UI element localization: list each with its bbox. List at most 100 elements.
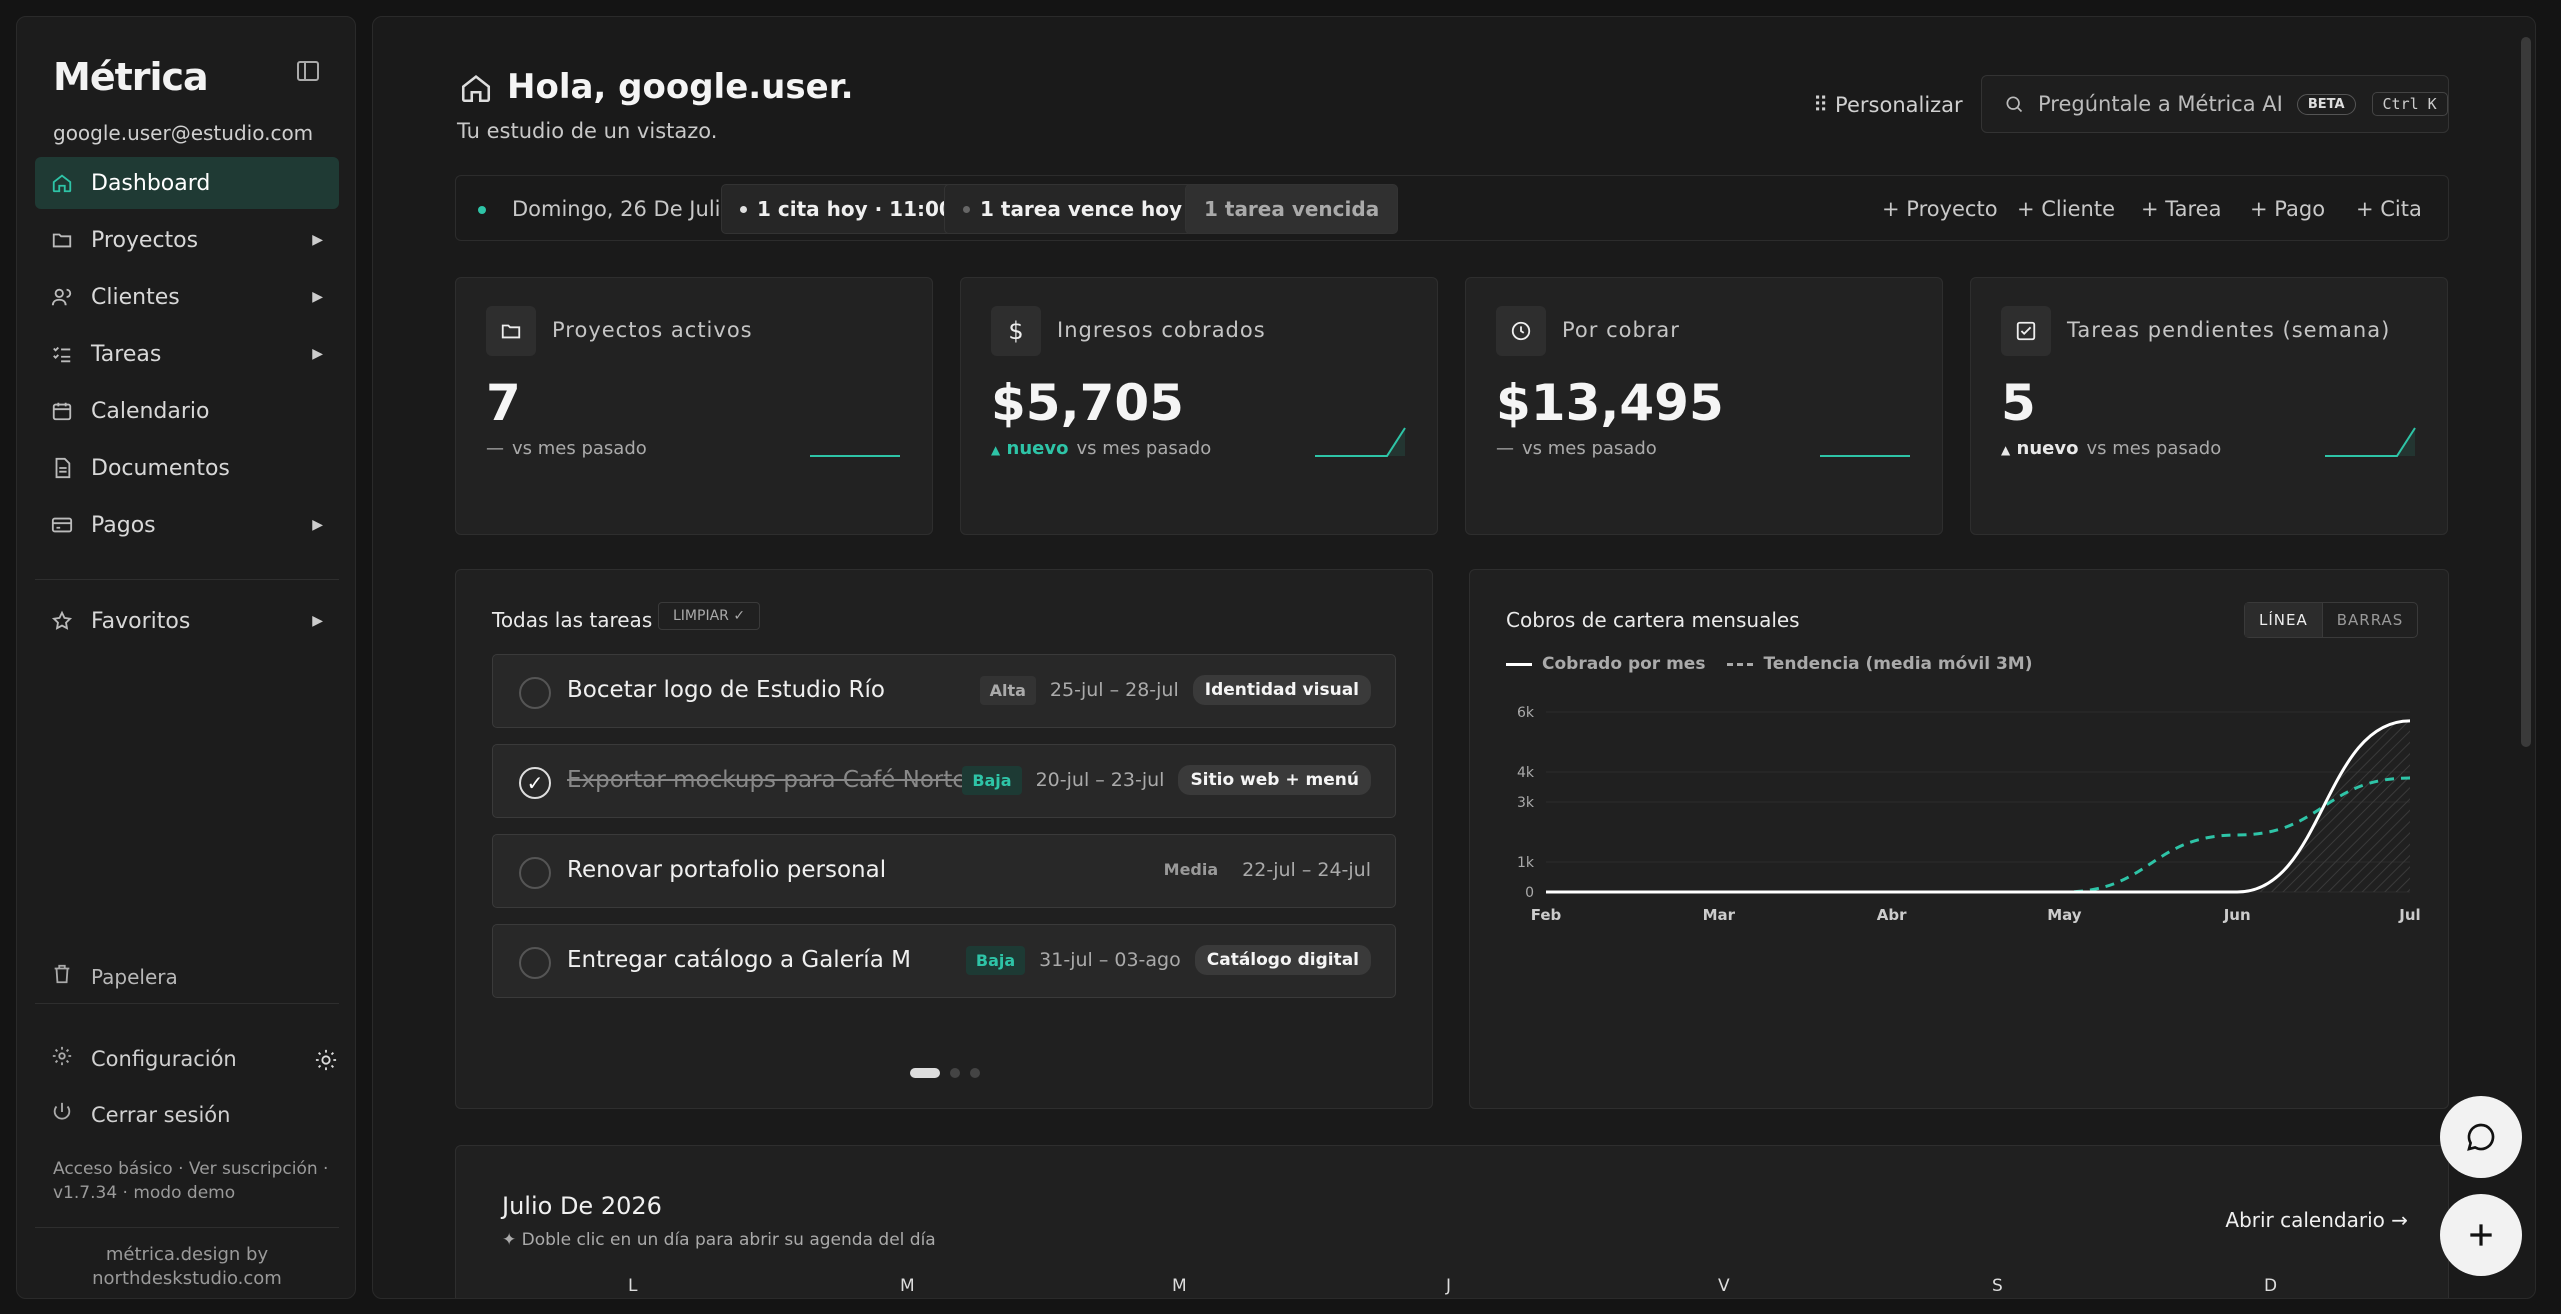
x-tick-label: Jul — [2398, 906, 2420, 924]
task-name: Exportar mockups para Café Norte — [567, 767, 967, 793]
x-tick-label: Jun — [2223, 906, 2251, 924]
kpi-por-cobrar[interactable]: Por cobrar $13,495 — vs mes pasado — [1465, 277, 1943, 535]
page-dot[interactable] — [970, 1068, 980, 1078]
add-button[interactable] — [2440, 1194, 2522, 1276]
chart-view-toggle: LÍNEA BARRAS — [2244, 602, 2419, 638]
sidebar-item-cerrar-sesion[interactable]: Cerrar sesión — [51, 1101, 230, 1128]
sidebar-item-pagos[interactable]: Pagos ▶ — [35, 499, 339, 551]
quick-add-cita[interactable]: + Cita — [2356, 197, 2422, 221]
user-email: google.user@estudio.com — [53, 121, 314, 145]
x-tick-label: Abr — [1877, 906, 1907, 924]
task-row[interactable]: Entregar catálogo a Galería M Baja 31-ju… — [492, 924, 1396, 998]
beta-badge: BETA — [2296, 93, 2356, 115]
plus-icon — [2470, 1224, 2492, 1246]
task-checkbox[interactable] — [519, 857, 551, 889]
open-calendar-link[interactable]: Abrir calendario → — [2225, 1208, 2408, 1232]
line-chart: 0 1k 3k 4k 6k Feb Mar Abr May Jun Jul — [1517, 705, 2421, 924]
credit-card-icon — [51, 514, 73, 536]
sidebar-item-documentos[interactable]: Documentos — [35, 442, 339, 494]
series-area — [1546, 720, 2410, 892]
calendar-hint: ✦ Doble clic en un día para abrir su age… — [502, 1230, 936, 1250]
weekday-label: V — [1718, 1276, 1730, 1296]
sidebar-item-favoritos[interactable]: Favoritos ▶ — [35, 595, 339, 647]
sidebar-item-label: Favoritos — [91, 608, 191, 634]
sidebar-item-dashboard[interactable]: Dashboard — [35, 157, 339, 209]
sun-icon[interactable] — [315, 1049, 337, 1071]
sidebar-item-label: Papelera — [91, 964, 178, 989]
expand-arrow-icon[interactable]: ▶ — [312, 517, 323, 533]
logo[interactable]: Métrica — [53, 55, 209, 99]
checkbox-icon — [2001, 306, 2051, 356]
credit-line[interactable]: métrica.design by — [17, 1243, 357, 1267]
toggle-bars-button[interactable]: BARRAS — [2323, 603, 2418, 637]
sidebar-item-tareas[interactable]: Tareas ▶ — [35, 328, 339, 380]
kpi-value: $5,705 — [991, 374, 1184, 432]
credit-link[interactable]: northdeskstudio.com — [17, 1267, 357, 1291]
quick-add-cliente[interactable]: + Cliente — [2017, 197, 2115, 221]
search-placeholder: Pregúntale a Métrica AI — [2038, 92, 2283, 116]
limpiar-button[interactable]: LIMPIAR ✓ — [658, 602, 761, 630]
chip-tarea-vencida[interactable]: 1 tarea vencida — [1185, 184, 1399, 234]
kpi-ingresos-cobrados[interactable]: $ Ingresos cobrados $5,705 ▲ nuevo vs mes… — [960, 277, 1438, 535]
sidebar-item-papelera[interactable]: Papelera — [51, 963, 178, 990]
sidebar-item-calendario[interactable]: Calendario — [35, 385, 339, 437]
kpi-value: 5 — [2001, 374, 2036, 432]
chip-cita-hoy[interactable]: 1 cita hoy · 11:00 — [721, 184, 972, 234]
chart-title: Cobros de cartera mensuales — [1506, 608, 1800, 632]
power-icon — [51, 1101, 73, 1128]
quick-add-pago[interactable]: + Pago — [2250, 197, 2325, 221]
chart-panel: Cobros de cartera mensuales LÍNEA BARRAS… — [1469, 569, 2449, 1109]
scrollbar[interactable] — [2521, 37, 2531, 747]
task-row[interactable]: Renovar portafolio personal Media 22-jul… — [492, 834, 1396, 908]
sidebar-item-label: Clientes — [91, 284, 180, 310]
legend-item: Cobrado por mes — [1506, 654, 1705, 674]
subscription-meta[interactable]: Acceso básico · Ver suscripción · v1.7.3… — [53, 1157, 343, 1205]
task-dates: 22-jul – 24-jul — [1242, 858, 1371, 881]
pagination-dots — [910, 1068, 980, 1078]
task-dates: 25-jul – 28-jul — [1049, 679, 1179, 701]
page-dot[interactable] — [950, 1068, 960, 1078]
sidebar-item-clientes[interactable]: Clientes ▶ — [35, 271, 339, 323]
divider — [35, 1003, 339, 1004]
toggle-line-button[interactable]: LÍNEA — [2245, 603, 2323, 637]
weekday-label: L — [628, 1276, 638, 1296]
expand-arrow-icon[interactable]: ▶ — [312, 346, 323, 362]
quick-add-proyecto[interactable]: + Proyecto — [1882, 197, 1998, 221]
search-icon — [2004, 94, 2024, 114]
sidebar-item-proyectos[interactable]: Proyectos ▶ — [35, 214, 339, 266]
chip-tarea-vence[interactable]: 1 tarea vence hoy — [944, 184, 1202, 234]
ai-search-input[interactable]: Pregúntale a Métrica AI BETA Ctrl K — [1981, 75, 2449, 133]
kpi-value: $13,495 — [1496, 374, 1724, 432]
favorites-nav: Favoritos ▶ — [35, 595, 339, 652]
chat-button[interactable] — [2440, 1096, 2522, 1178]
priority-badge: Baja — [962, 765, 1022, 795]
dollar-icon: $ — [991, 306, 1041, 356]
expand-arrow-icon[interactable]: ▶ — [312, 289, 323, 305]
personalizar-button[interactable]: ⠿ Personalizar — [1813, 93, 1963, 117]
x-tick-label: Mar — [1703, 906, 1736, 924]
sidebar-item-label: Tareas — [91, 341, 162, 367]
kpi-proyectos-activos[interactable]: Proyectos activos 7 — vs mes pasado — [455, 277, 933, 535]
weekday-label: M — [1172, 1276, 1187, 1296]
kpi-tareas-pendientes[interactable]: Tareas pendientes (semana) 5 ▲ nuevo vs m… — [1970, 277, 2448, 535]
expand-arrow-icon[interactable]: ▶ — [312, 613, 323, 629]
expand-arrow-icon[interactable]: ▶ — [312, 232, 323, 248]
y-tick-label: 1k — [1517, 855, 1535, 871]
task-checkbox[interactable] — [519, 677, 551, 709]
chart-legend: Cobrado por mes Tendencia (media móvil 3… — [1506, 654, 2033, 674]
kpi-label: Por cobrar — [1562, 318, 1680, 342]
page-dot-active[interactable] — [910, 1068, 940, 1078]
task-checkbox-checked[interactable]: ✓ — [519, 767, 551, 799]
sidebar-toggle-icon[interactable] — [297, 61, 319, 81]
task-row[interactable]: Bocetar logo de Estudio Río Alta 25-jul … — [492, 654, 1396, 728]
task-row[interactable]: ✓ Exportar mockups para Café Norte Baja … — [492, 744, 1396, 818]
project-tag[interactable]: Identidad visual — [1192, 675, 1371, 705]
series-line — [1545, 719, 2411, 894]
kpi-value: 7 — [486, 374, 521, 432]
quick-add-tarea[interactable]: + Tarea — [2141, 197, 2221, 221]
task-checkbox[interactable] — [519, 947, 551, 979]
sidebar-item-configuracion[interactable]: Configuración — [51, 1045, 237, 1072]
weekday-label: J — [1446, 1276, 1452, 1296]
project-tag[interactable]: Sitio web + menú — [1178, 765, 1371, 795]
project-tag[interactable]: Catálogo digital — [1194, 945, 1371, 975]
